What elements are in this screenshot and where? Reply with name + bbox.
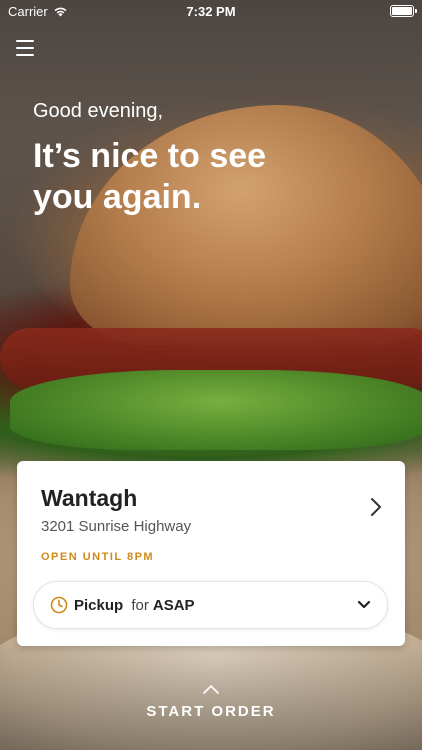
chevron-down-icon xyxy=(357,600,371,609)
store-card[interactable]: Wantagh 3201 Sunrise Highway OPEN UNTIL … xyxy=(17,461,405,646)
hamburger-menu-icon[interactable] xyxy=(16,40,34,56)
start-order-label: START ORDER xyxy=(146,703,276,720)
greeting-text: Good evening, xyxy=(33,100,164,122)
store-name: Wantagh xyxy=(41,485,138,511)
status-left: Carrier xyxy=(8,4,68,19)
chevron-up-icon xyxy=(203,685,219,694)
order-mode-connector: for xyxy=(131,596,149,614)
burger-lettuce xyxy=(10,370,422,450)
status-bar: Carrier 7:32 PM xyxy=(0,0,422,22)
store-address: 3201 Sunrise Highway xyxy=(41,518,192,535)
pickup-time-selector[interactable]: Pickup for ASAP xyxy=(33,581,388,629)
battery-icon xyxy=(390,5,417,17)
battery-fill xyxy=(392,7,412,15)
wifi-icon xyxy=(54,7,67,16)
carrier-label: Carrier xyxy=(8,3,48,19)
headline-text: It’s nice to see you again. xyxy=(33,137,267,216)
pickup-text: Pickup for ASAP xyxy=(74,597,357,614)
clock-icon xyxy=(50,596,68,614)
order-time-label: ASAP xyxy=(152,596,195,614)
chevron-right-icon[interactable] xyxy=(369,497,383,517)
order-mode-label: Pickup xyxy=(74,596,124,614)
start-order-button[interactable]: START ORDER xyxy=(0,684,422,720)
store-hours-badge: OPEN UNTIL 8PM xyxy=(41,551,155,563)
